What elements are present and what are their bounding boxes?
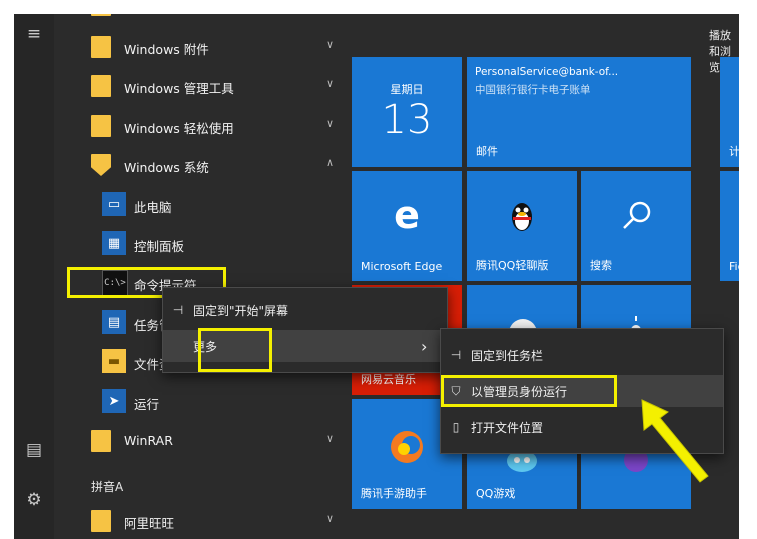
list-item[interactable] [54, 14, 352, 24]
file-explorer-icon: ▬ [102, 349, 126, 373]
folder-icon [91, 36, 111, 58]
chevron-right-icon: › [421, 336, 428, 356]
mail-sender: PersonalService@bank-of... [475, 66, 619, 78]
menu-item-label: 打开文件位置 [471, 420, 544, 435]
folder-winrar[interactable]: WinRAR ∨ [54, 422, 352, 460]
tile-edge[interactable]: e Microsoft Edge [352, 171, 462, 281]
app-label: 控制面板 [134, 239, 185, 254]
tile-label: 计算器 [729, 145, 739, 158]
chevron-down-icon: ∨ [326, 512, 335, 525]
folder-icon [91, 14, 111, 16]
chevron-down-icon: ∨ [326, 38, 335, 51]
chevron-down-icon: ∨ [326, 117, 335, 130]
folder-icon [91, 430, 111, 452]
app-this-pc[interactable]: ▭ 此电脑 [54, 186, 352, 224]
tile-label: Fido [729, 260, 739, 273]
folder-icon [91, 115, 111, 137]
section-letter-header[interactable]: 拼音A [91, 478, 123, 495]
pin-icon: ⊣ [450, 348, 462, 362]
tile-label: 邮件 [476, 145, 498, 158]
tile-calendar[interactable]: 星期日 13 [352, 57, 462, 167]
menu-item-open-location[interactable]: ▯ 打开文件位置 [441, 411, 723, 443]
tile-mail[interactable]: PersonalService@bank-of... 中国银行银行卡电子账单 邮… [467, 57, 691, 167]
menu-item-label: 固定到"开始"屏幕 [193, 303, 289, 318]
calendar-weekday: 星期日 [390, 83, 424, 96]
folder-label: Windows 系统 [124, 160, 209, 175]
tile-search[interactable]: 搜索 [581, 171, 691, 281]
tile-label: 搜索 [590, 259, 612, 272]
tile-label: Microsoft Edge [361, 260, 443, 273]
hamburger-menu-icon[interactable]: ≡ [24, 24, 44, 44]
tile-calculator[interactable]: 计算器 [720, 57, 739, 167]
search-icon [623, 201, 651, 229]
folder-label: WinRAR [124, 433, 173, 448]
folder-label: Windows 附件 [124, 42, 209, 57]
start-left-rail: ≡ ▤ ⚙ [14, 14, 54, 539]
folder-windows-system[interactable]: Windows 系统 ∧ [54, 146, 352, 184]
start-menu-screen: ≡ ▤ ⚙ Windows 附件 ∨ Windows 管理工具 ∨ Window… [14, 14, 739, 539]
menu-item-pin-start[interactable]: ⊣ 固定到"开始"屏幕 [163, 294, 447, 326]
qq-penguin-icon [512, 203, 532, 231]
tile-fido[interactable]: Fido [720, 171, 739, 281]
documents-icon[interactable]: ▤ [24, 440, 44, 460]
app-label: 此电脑 [134, 200, 172, 215]
menu-item-label: 固定到任务栏 [471, 348, 544, 363]
tile-qq-light[interactable]: 腾讯QQ轻聊版 [467, 171, 577, 281]
app-run[interactable]: ➤ 运行 [54, 383, 352, 421]
folder-label: Windows 管理工具 [124, 81, 234, 96]
file-icon: ▯ [452, 420, 460, 434]
folder-windows-ease-of-access[interactable]: Windows 轻松使用 ∨ [54, 107, 352, 145]
highlight-more [198, 328, 272, 372]
menu-item-pin-taskbar[interactable]: ⊣ 固定到任务栏 [441, 339, 723, 371]
highlight-run-as-admin [441, 375, 617, 407]
tile-label: 网易云音乐 [361, 373, 416, 386]
folder-icon [91, 75, 111, 97]
tencent-helper-icon [391, 431, 423, 463]
folder-label: Windows 轻松使用 [124, 121, 234, 136]
chevron-down-icon: ∨ [326, 432, 335, 445]
run-icon: ➤ [102, 389, 126, 413]
folder-windows-admin-tools[interactable]: Windows 管理工具 ∨ [54, 67, 352, 105]
tiles-area: 播放和浏览 星期日 13 PersonalService@bank-of... … [352, 14, 739, 539]
pin-icon: ⊣ [172, 303, 184, 317]
edge-icon: e [394, 193, 420, 237]
app-label: 运行 [134, 397, 160, 412]
app-control-panel[interactable]: ▦ 控制面板 [54, 225, 352, 263]
chevron-up-icon: ∧ [326, 156, 335, 169]
folder-aliwangwang[interactable]: 阿里旺旺 ∨ [54, 502, 352, 539]
settings-icon[interactable]: ⚙ [24, 490, 44, 510]
task-manager-icon: ▤ [102, 310, 126, 334]
folder-label: 阿里旺旺 [124, 516, 175, 531]
tile-label: QQ游戏 [476, 487, 516, 500]
tile-label: 腾讯手游助手 [361, 487, 427, 500]
computer-icon: ▭ [102, 192, 126, 216]
calendar-day: 13 [381, 97, 433, 143]
mail-subject: 中国银行银行卡电子账单 [475, 84, 591, 96]
control-panel-icon: ▦ [102, 231, 126, 255]
folder-icon [91, 510, 111, 532]
tile-label: 腾讯QQ轻聊版 [476, 259, 549, 272]
folder-open-icon [91, 154, 111, 176]
folder-windows-accessories[interactable]: Windows 附件 ∨ [54, 28, 352, 66]
chevron-down-icon: ∨ [326, 77, 335, 90]
